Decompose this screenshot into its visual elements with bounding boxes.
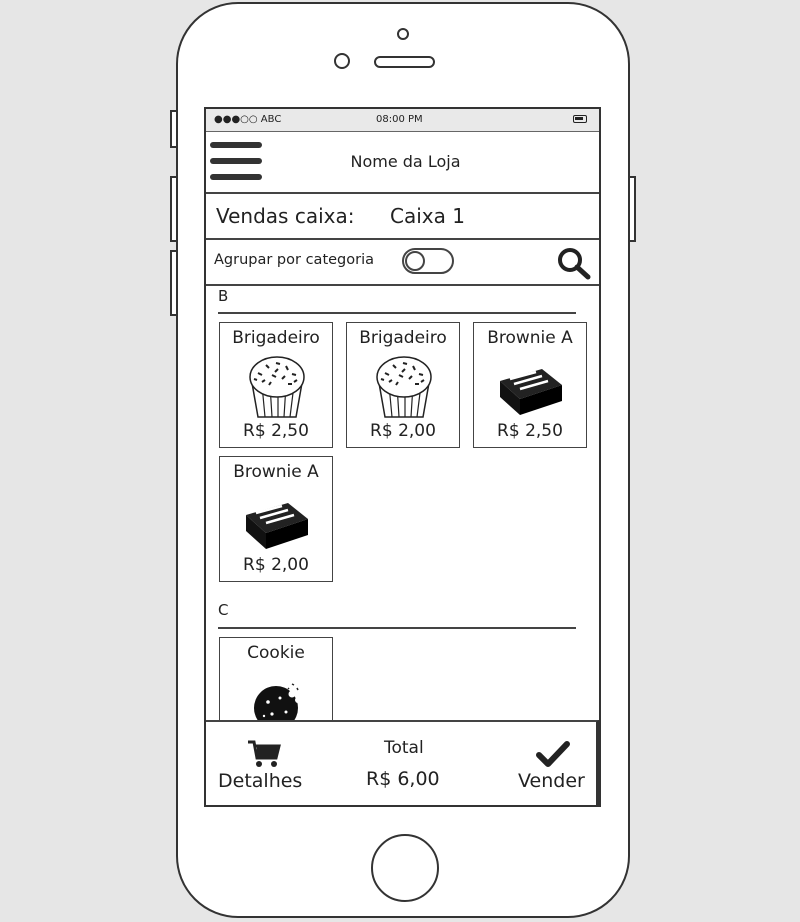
page-title-value: Caixa 1	[390, 204, 465, 228]
group-by-category-label: Agrupar por categoria	[214, 252, 374, 268]
sell-button[interactable]: Vender	[518, 770, 585, 792]
proximity-sensor	[334, 53, 350, 69]
product-list: B Brigadeiro R$ 2,50 Brigadeiro R$ 2,00	[206, 281, 599, 720]
category-header: B	[218, 287, 229, 305]
store-name: Nome da Loja	[350, 152, 461, 171]
product-card[interactable]: Brigadeiro R$ 2,50	[219, 322, 333, 448]
cookie-image	[254, 683, 301, 720]
search-icon[interactable]	[555, 246, 593, 280]
volume-down-button[interactable]	[170, 250, 178, 316]
product-card[interactable]: Cookie	[219, 637, 333, 720]
category-divider	[218, 627, 576, 629]
home-button[interactable]	[371, 834, 439, 902]
product-name: Brownie A	[233, 462, 319, 482]
brownie-image	[500, 369, 562, 415]
status-bar: ●●●○○ ABC 08:00 PM	[206, 109, 599, 132]
category-header: C	[218, 601, 229, 619]
product-name: Cookie	[247, 643, 305, 663]
product-name: Brigadeiro	[359, 328, 447, 348]
earpiece-speaker	[374, 56, 435, 68]
product-card[interactable]: Brigadeiro R$ 2,00	[346, 322, 460, 448]
brownie-image	[246, 503, 308, 549]
product-price: R$ 2,00	[370, 421, 436, 441]
volume-up-button[interactable]	[170, 176, 178, 242]
total-label: Total	[384, 738, 424, 758]
group-by-category-toggle[interactable]	[402, 248, 454, 274]
product-card[interactable]: Brownie A R$ 2,00	[219, 456, 333, 582]
product-card[interactable]: Brownie A R$ 2,50	[473, 322, 587, 448]
brigadeiro-image	[249, 356, 305, 418]
carrier-signal: ●●●○○ ABC	[214, 114, 282, 125]
product-price: R$ 2,50	[243, 421, 309, 441]
mute-switch[interactable]	[170, 110, 178, 148]
power-button[interactable]	[628, 176, 636, 242]
product-price: R$ 2,00	[243, 555, 309, 575]
total-value: R$ 6,00	[366, 768, 440, 790]
status-time: 08:00 PM	[376, 114, 423, 125]
cart-icon[interactable]	[246, 738, 282, 768]
page-title: Vendas caixa: Caixa 1	[206, 194, 599, 240]
details-button[interactable]: Detalhes	[218, 770, 302, 792]
battery-icon	[573, 115, 587, 123]
product-name: Brownie A	[487, 328, 573, 348]
toggle-knob	[405, 251, 425, 271]
front-camera	[397, 28, 409, 40]
category-divider	[218, 312, 576, 314]
brigadeiro-image	[376, 356, 432, 418]
check-icon[interactable]	[536, 740, 570, 768]
filter-bar: Agrupar por categoria	[206, 240, 599, 286]
bottom-bar: Detalhes Total R$ 6,00 Vender	[206, 720, 599, 805]
product-name: Brigadeiro	[232, 328, 320, 348]
app-screen: ●●●○○ ABC 08:00 PM Nome da Loja Vendas c…	[204, 107, 601, 807]
app-header: Nome da Loja	[206, 132, 599, 194]
product-price: R$ 2,50	[497, 421, 563, 441]
page-title-label: Vendas caixa:	[216, 204, 355, 228]
